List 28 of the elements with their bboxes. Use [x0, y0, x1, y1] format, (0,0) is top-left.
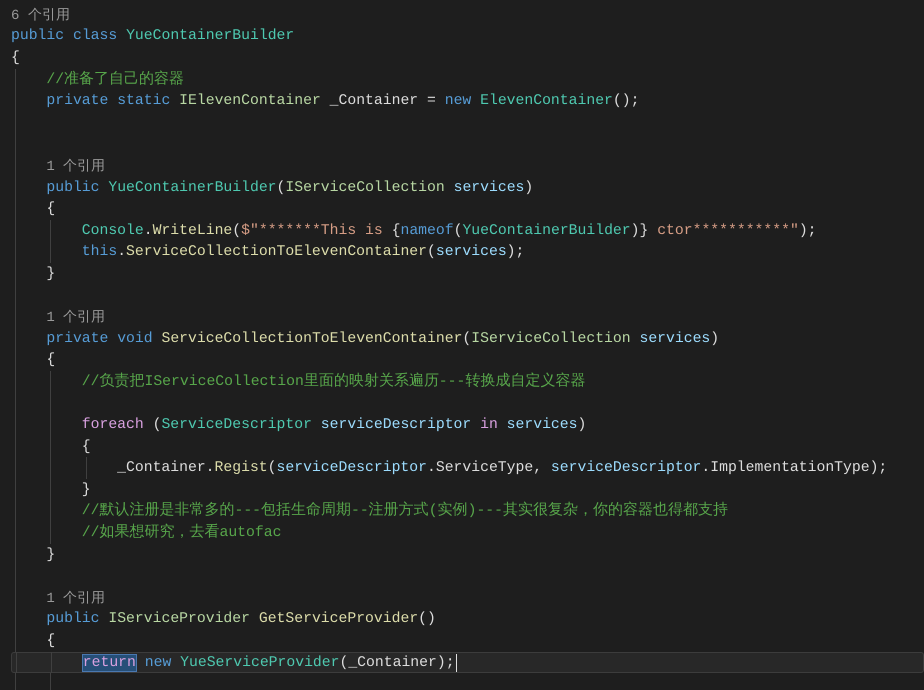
code-line: {	[11, 48, 20, 68]
code-line: return new YueServiceProvider(_Container);	[82, 654, 455, 673]
code-line: //负责把IServiceCollection里面的映射关系遍历---转换成自定义容器	[82, 372, 586, 392]
reference-count[interactable]: 6 个引用	[11, 6, 70, 24]
reference-count[interactable]: 1 个引用	[46, 308, 106, 326]
reference-count[interactable]: 1 个引用	[46, 588, 106, 607]
code-line: //准备了自己的容器	[46, 70, 184, 90]
code-line: public class YueContainerBuilder	[11, 27, 294, 46]
code-line: Console.WriteLine($"*******This is {nameof(YueContainerBuilder)} ctor***********");	[82, 222, 817, 241]
code-line: foreach (ServiceDescriptor serviceDescriptor in services)	[82, 416, 586, 436]
code-line: }	[46, 264, 56, 284]
code-line: }	[82, 480, 91, 500]
text-cursor	[456, 654, 458, 672]
code-line: }	[46, 546, 56, 565]
code-line: this.ServiceCollectionToElevenContainer(services);	[82, 243, 524, 262]
indent-guide	[86, 457, 87, 480]
code-line: //如果想研究，去看autofac	[82, 523, 282, 544]
code-line: private static IElevenContainer _Container = new ElevenContainer();	[46, 92, 640, 112]
code-line: private void ServiceCollectionToElevenContainer(IServiceCollection services)	[46, 330, 720, 349]
code-line: {	[46, 351, 56, 370]
code-line: {	[82, 438, 91, 457]
code-line: {	[46, 200, 56, 220]
reference-count[interactable]: 1 个引用	[46, 156, 106, 175]
code-line: public IServiceProvider GetServiceProvider()	[46, 610, 436, 630]
code-line: {	[46, 632, 56, 652]
code-line: //默认注册是非常多的---包括生命周期--注册方式(实例)---其实很复杂，你的容器也得都支持	[82, 501, 728, 522]
code-line: _Container.Regist(serviceDescriptor.ServiceType, serviceDescriptor.ImplementationType);	[117, 459, 888, 478]
code-line: public YueContainerBuilder(IServiceCollection services)	[46, 178, 534, 198]
